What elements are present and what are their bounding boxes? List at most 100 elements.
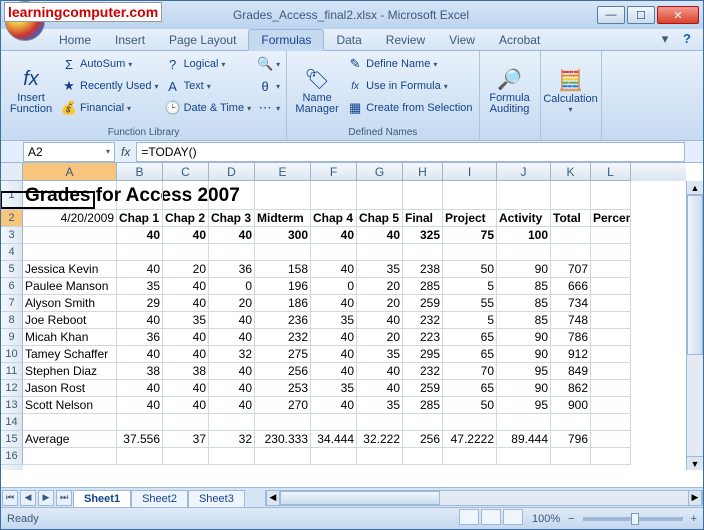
cell[interactable]	[403, 448, 443, 465]
tab-home[interactable]: Home	[47, 30, 103, 50]
cell[interactable]	[357, 414, 403, 431]
name-manager-button[interactable]: 🏷 Name Manager	[293, 53, 341, 127]
use-in-formula-button[interactable]: fxUse in Formula▾	[347, 75, 472, 97]
cell[interactable]	[443, 448, 497, 465]
cell[interactable]	[23, 227, 117, 244]
cell[interactable]	[357, 448, 403, 465]
cell[interactable]: 20	[209, 295, 255, 312]
cell[interactable]	[591, 261, 631, 278]
row-header-13[interactable]: 13	[1, 397, 23, 414]
cell[interactable]	[163, 181, 209, 210]
cell[interactable]: 40	[117, 261, 163, 278]
cell[interactable]: 36	[209, 261, 255, 278]
cell[interactable]	[117, 181, 163, 210]
cell[interactable]: 196	[255, 278, 311, 295]
cell[interactable]	[311, 181, 357, 210]
cell[interactable]: 40	[209, 363, 255, 380]
cell[interactable]	[117, 414, 163, 431]
horizontal-scrollbar[interactable]: ◀ ▶	[265, 490, 703, 506]
cell[interactable]: 259	[403, 380, 443, 397]
select-all-corner[interactable]	[1, 163, 23, 181]
row-header-2[interactable]: 2	[1, 210, 23, 227]
cell[interactable]	[591, 431, 631, 448]
cell[interactable]: 230.333	[255, 431, 311, 448]
cell[interactable]: 40	[117, 346, 163, 363]
cell[interactable]: 32	[209, 431, 255, 448]
cell[interactable]: 238	[403, 261, 443, 278]
cell[interactable]	[357, 244, 403, 261]
cell[interactable]: 40	[117, 312, 163, 329]
cell[interactable]: 50	[443, 261, 497, 278]
cell[interactable]	[209, 414, 255, 431]
more-functions-button[interactable]: ⋯▾	[257, 97, 280, 119]
cell[interactable]: 4/20/2009	[23, 210, 117, 227]
cell[interactable]: Scott Nelson	[23, 397, 117, 414]
cell[interactable]: 75	[443, 227, 497, 244]
cell[interactable]	[403, 181, 443, 210]
row-header-12[interactable]: 12	[1, 380, 23, 397]
cell[interactable]: Joe Reboot	[23, 312, 117, 329]
cell[interactable]: 40	[357, 363, 403, 380]
cell[interactable]: 40	[311, 295, 357, 312]
cell[interactable]: 285	[403, 397, 443, 414]
cell[interactable]: 47.2222	[443, 431, 497, 448]
cell[interactable]	[311, 448, 357, 465]
cell[interactable]: Grades for Access 2007	[23, 181, 117, 210]
cell[interactable]: 95	[497, 363, 551, 380]
cell[interactable]	[255, 448, 311, 465]
cell[interactable]: 275	[255, 346, 311, 363]
cell[interactable]	[591, 227, 631, 244]
cell[interactable]: 35	[117, 278, 163, 295]
zoom-in-button[interactable]: +	[691, 513, 697, 525]
cell[interactable]	[443, 414, 497, 431]
cell[interactable]	[255, 181, 311, 210]
zoom-level[interactable]: 100%	[532, 513, 560, 525]
col-header-D[interactable]: D	[209, 163, 255, 181]
tab-page-layout[interactable]: Page Layout	[157, 30, 248, 50]
row-header-3[interactable]: 3	[1, 227, 23, 244]
cell[interactable]	[551, 181, 591, 210]
col-header-C[interactable]: C	[163, 163, 209, 181]
cell[interactable]: 912	[551, 346, 591, 363]
first-sheet-icon[interactable]: ⏮	[2, 490, 18, 506]
cell[interactable]: 40	[163, 278, 209, 295]
scroll-right-icon[interactable]: ▶	[688, 491, 702, 505]
cell[interactable]: 20	[357, 329, 403, 346]
cell[interactable]: 40	[311, 346, 357, 363]
sheet-tab-sheet1[interactable]: Sheet1	[73, 490, 131, 507]
cell[interactable]: Tamey Schaffer	[23, 346, 117, 363]
cell[interactable]: 786	[551, 329, 591, 346]
cell[interactable]: 40	[357, 227, 403, 244]
calculation-button[interactable]: 🧮 Calculation ▾	[547, 53, 595, 127]
cell[interactable]: 40	[209, 227, 255, 244]
cell[interactable]	[117, 448, 163, 465]
formula-bar[interactable]: =TODAY()	[136, 142, 685, 162]
cell[interactable]: 325	[403, 227, 443, 244]
cell[interactable]: Stephen Diaz	[23, 363, 117, 380]
cell[interactable]: 35	[357, 261, 403, 278]
layout-view-icon[interactable]	[481, 509, 501, 525]
cell[interactable]	[23, 244, 117, 261]
zoom-slider[interactable]	[583, 517, 683, 521]
cell[interactable]	[117, 244, 163, 261]
cell[interactable]: 295	[403, 346, 443, 363]
cell[interactable]: 40	[209, 329, 255, 346]
col-header-B[interactable]: B	[117, 163, 163, 181]
cell[interactable]: Alyson Smith	[23, 295, 117, 312]
cell[interactable]: 89.444	[497, 431, 551, 448]
cell[interactable]: 20	[163, 261, 209, 278]
col-header-L[interactable]: L	[591, 163, 631, 181]
cell[interactable]: 50	[443, 397, 497, 414]
cell[interactable]	[591, 380, 631, 397]
cell[interactable]: 38	[163, 363, 209, 380]
cell[interactable]	[551, 227, 591, 244]
tab-data[interactable]: Data	[324, 30, 373, 50]
cell[interactable]	[403, 414, 443, 431]
cell[interactable]	[497, 244, 551, 261]
cell[interactable]: 85	[497, 312, 551, 329]
cell[interactable]: 85	[497, 278, 551, 295]
cell[interactable]	[591, 278, 631, 295]
tab-view[interactable]: View	[437, 30, 487, 50]
hscroll-thumb[interactable]	[280, 491, 440, 505]
cell[interactable]: 259	[403, 295, 443, 312]
